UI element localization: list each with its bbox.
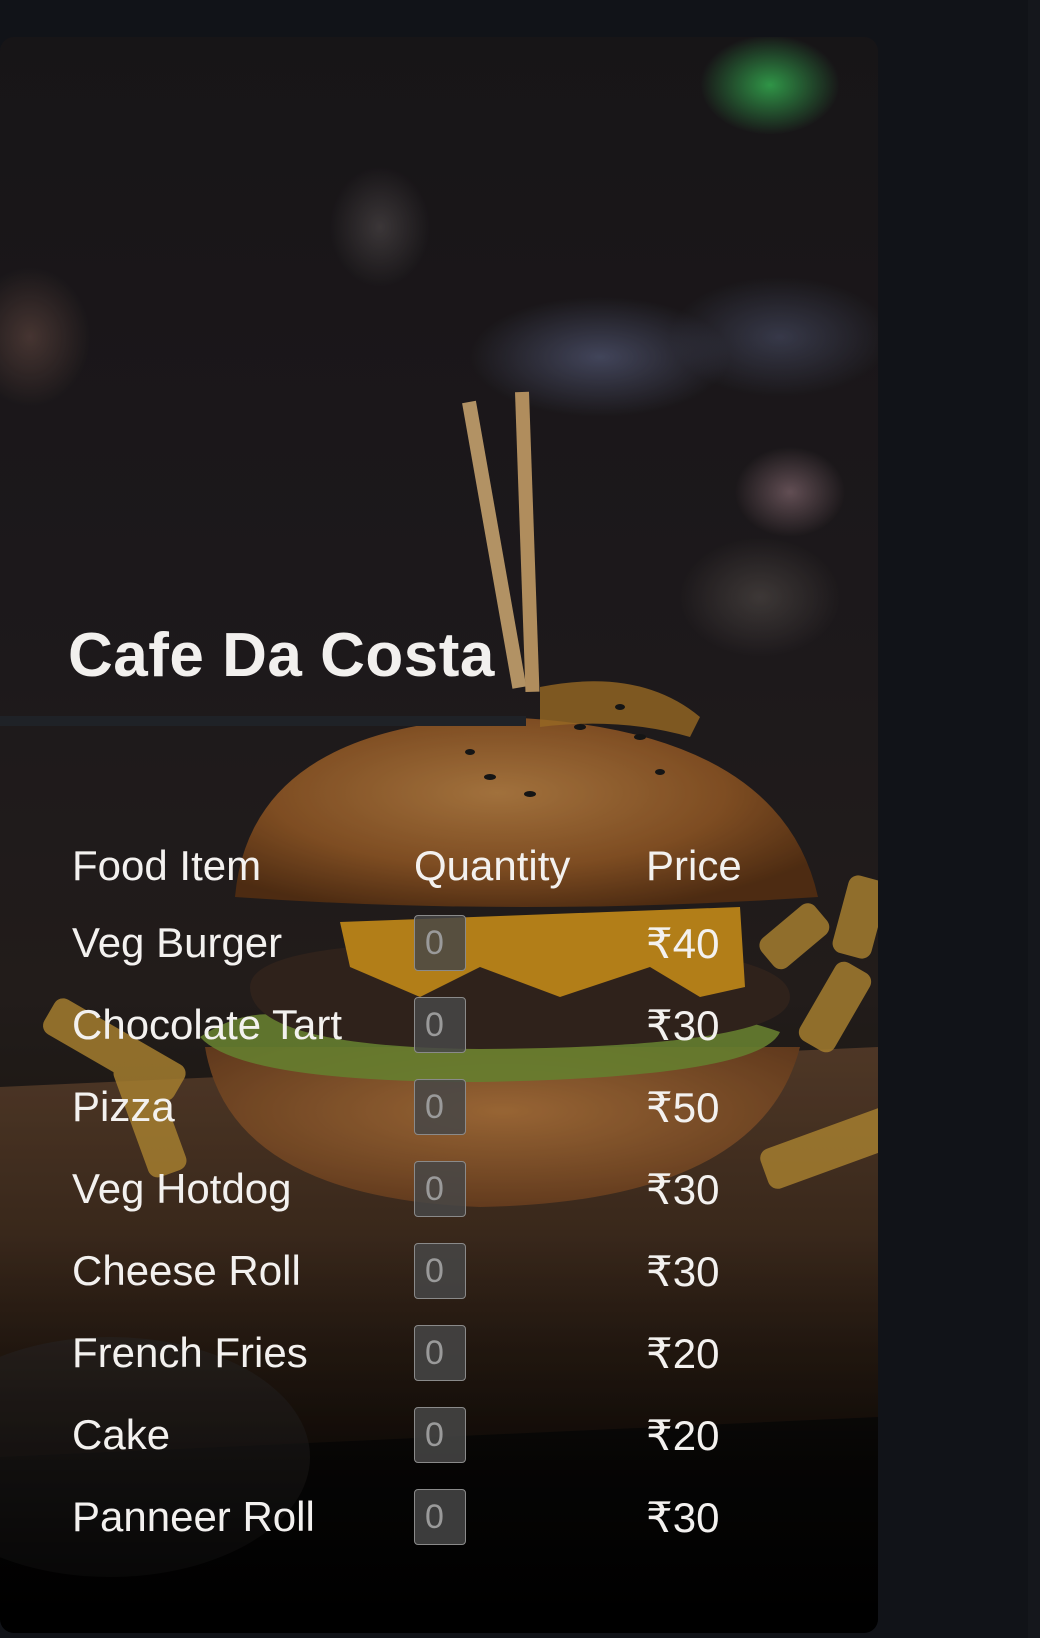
item-name: Veg Hotdog bbox=[72, 1165, 292, 1212]
cafe-title: Cafe Da Costa bbox=[68, 621, 495, 690]
menu-table: Food Item Quantity Price Veg Burger ₹40 … bbox=[66, 810, 772, 1558]
quantity-input[interactable] bbox=[414, 1489, 466, 1545]
menu-row: Pizza ₹50 bbox=[66, 1066, 772, 1148]
item-price: ₹30 bbox=[646, 1001, 720, 1049]
quantity-input[interactable] bbox=[414, 915, 466, 971]
quantity-cell bbox=[408, 1066, 640, 1148]
quantity-input[interactable] bbox=[414, 1243, 466, 1299]
quantity-cell bbox=[408, 902, 640, 984]
quantity-cell bbox=[408, 1312, 640, 1394]
quantity-cell bbox=[408, 1148, 640, 1230]
quantity-cell bbox=[408, 984, 640, 1066]
menu-row: Cheese Roll ₹30 bbox=[66, 1230, 772, 1312]
quantity-input[interactable] bbox=[414, 1079, 466, 1135]
item-price: ₹30 bbox=[646, 1165, 720, 1213]
item-price: ₹30 bbox=[646, 1493, 720, 1541]
menu-header-row: Food Item Quantity Price bbox=[66, 810, 772, 902]
quantity-input[interactable] bbox=[414, 1407, 466, 1463]
item-price: ₹40 bbox=[646, 919, 720, 967]
quantity-input[interactable] bbox=[414, 1325, 466, 1381]
item-price: ₹20 bbox=[646, 1329, 720, 1377]
menu-row: French Fries ₹20 bbox=[66, 1312, 772, 1394]
menu-row: Veg Burger ₹40 bbox=[66, 902, 772, 984]
title-underline bbox=[0, 716, 526, 726]
item-name: Panneer Roll bbox=[72, 1493, 315, 1540]
header-price: Price bbox=[646, 842, 742, 889]
quantity-input[interactable] bbox=[414, 997, 466, 1053]
item-price: ₹20 bbox=[646, 1411, 720, 1459]
menu-row: Panneer Roll ₹30 bbox=[66, 1476, 772, 1558]
menu-row: Chocolate Tart ₹30 bbox=[66, 984, 772, 1066]
item-name: Pizza bbox=[72, 1083, 175, 1130]
item-name: Chocolate Tart bbox=[72, 1001, 343, 1048]
header-food-item: Food Item bbox=[72, 842, 262, 889]
quantity-cell bbox=[408, 1394, 640, 1476]
quantity-cell bbox=[408, 1230, 640, 1312]
item-price: ₹50 bbox=[646, 1083, 720, 1131]
item-name: Veg Burger bbox=[72, 919, 283, 966]
item-name: Cheese Roll bbox=[72, 1247, 301, 1294]
item-price: ₹30 bbox=[646, 1247, 720, 1295]
header-quantity: Quantity bbox=[414, 842, 571, 889]
quantity-input[interactable] bbox=[414, 1161, 466, 1217]
scrollbar-track[interactable] bbox=[1028, 0, 1040, 1638]
item-name: Cake bbox=[72, 1411, 171, 1458]
menu-card: Cafe Da Costa Food Item Quantity Price V… bbox=[0, 37, 878, 1633]
quantity-cell bbox=[408, 1476, 640, 1558]
item-name: French Fries bbox=[72, 1329, 308, 1376]
menu-row: Veg Hotdog ₹30 bbox=[66, 1148, 772, 1230]
menu-row: Cake ₹20 bbox=[66, 1394, 772, 1476]
